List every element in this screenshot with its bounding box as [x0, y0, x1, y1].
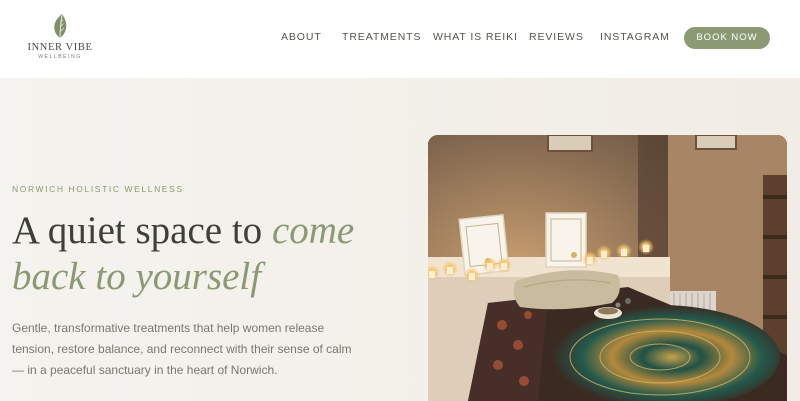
- hero-headline: A quiet space to come back to yourself: [12, 208, 412, 300]
- site-header: INNER VIBE WELLBEING ABOUT TREATMENTS WH…: [0, 0, 800, 78]
- hero-eyebrow: NORWICH HOLISTIC WELLNESS: [12, 184, 184, 194]
- hero-body: Gentle, transformative treatments that h…: [12, 321, 352, 377]
- headline-plain: A quiet space to: [12, 209, 272, 252]
- nav-item-about[interactable]: ABOUT: [281, 31, 322, 43]
- nav-item-reviews[interactable]: REVIEWS: [529, 31, 584, 43]
- nav-item-instagram[interactable]: INSTAGRAM: [600, 31, 670, 43]
- brand-logo[interactable]: INNER VIBE WELLBEING: [26, 12, 94, 64]
- nav-item-treatments[interactable]: TREATMENTS: [342, 31, 421, 43]
- book-now-button[interactable]: BOOK NOW: [684, 27, 770, 49]
- treatment-room-photo: [428, 135, 787, 401]
- brand-tagline: WELLBEING: [38, 54, 82, 60]
- treatment-room-illustration: [428, 135, 787, 401]
- brand-name: INNER VIBE: [27, 42, 93, 53]
- nav-item-what-is-reiki[interactable]: WHAT IS REIKI: [433, 31, 518, 43]
- leaf-icon: [54, 14, 67, 39]
